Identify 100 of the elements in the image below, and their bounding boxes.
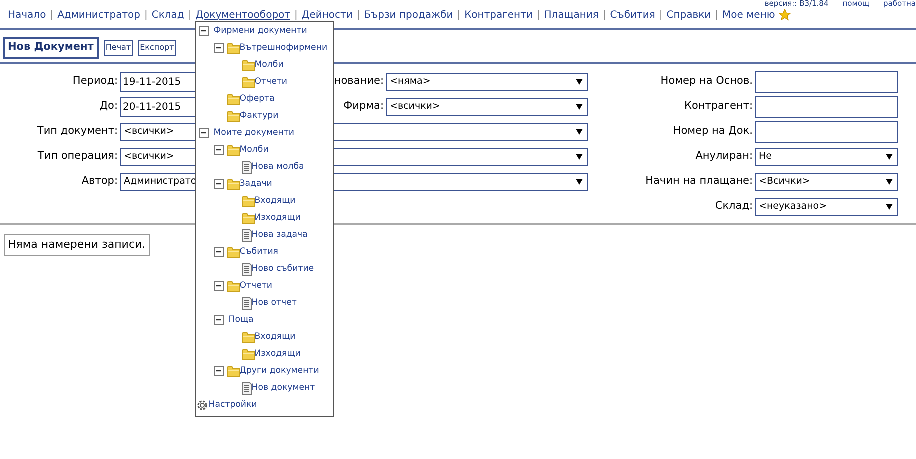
menu-item[interactable]: Отчети [240,280,274,292]
menu-item[interactable]: Поща [228,314,255,326]
nav-separator: | [294,8,298,22]
text-field[interactable]: 20-11-2015 [120,97,196,118]
caret-icon [885,178,894,186]
folder-icon [226,93,240,105]
dropdown[interactable]: <няма> [386,73,588,92]
nav-separator: | [50,8,54,22]
menu-item[interactable]: Ново събитие [252,262,316,276]
collapse-icon[interactable] [214,247,224,257]
collapse-icon[interactable] [214,315,224,325]
folder-icon [242,76,255,88]
star-icon[interactable] [779,9,792,21]
menu-item[interactable]: Вътрешнофирмени [240,42,329,54]
nav-separator: | [144,8,148,22]
field-label: Номер на Док. [672,124,753,140]
nav-separator: | [188,8,192,22]
nav-link[interactable]: Склад [152,8,184,22]
folder-icon [226,280,240,292]
nav-separator: | [715,8,719,22]
caret-icon [575,128,584,136]
collapse-icon[interactable] [214,179,224,189]
menu-item[interactable]: Нов отчет [252,296,298,310]
nav-link[interactable]: Начало [8,8,46,22]
collapse-icon[interactable] [198,26,209,36]
menu-item[interactable]: Молби [254,58,285,72]
collapse-icon[interactable] [214,43,224,53]
field-label: Начин на плащане: [644,174,753,190]
document-icon [242,382,252,394]
nav-separator: | [356,8,360,22]
menu-item[interactable]: Моите документи [214,126,296,140]
folder-icon [226,246,240,258]
nav-separator: | [659,8,663,22]
caret-icon [885,203,894,212]
folder-icon [226,144,240,156]
document-icon [242,262,252,276]
nav-separator: | [602,8,606,22]
dropdown[interactable]: Не [755,148,898,166]
menu-item[interactable]: Входящи [254,194,297,208]
menu-item[interactable]: Изходящи [254,348,302,360]
collapse-icon[interactable] [214,281,224,291]
menu-item[interactable]: Оферта [240,92,276,106]
nav-link[interactable]: Документооборот [196,10,290,20]
nav-link[interactable]: Бързи продажби [364,8,454,22]
collapse-icon[interactable] [214,366,224,376]
text-field[interactable] [755,71,898,94]
menu-item[interactable]: Нов документ [252,382,316,394]
nav-link[interactable]: Плащания [544,8,599,22]
caret-icon [575,78,584,86]
toolbar-button[interactable]: Печат [104,40,134,56]
nav-link[interactable]: Контрагенти [464,8,533,22]
menu-item[interactable]: Задачи [240,178,274,190]
menu-item[interactable]: Други документи [240,364,320,378]
document-icon [242,296,252,310]
folder-icon [242,331,255,343]
menu-item[interactable]: Нова задача [252,228,309,242]
collapse-icon[interactable] [214,145,224,155]
folder-icon [242,59,255,71]
field-label: Контрагент: [684,99,753,114]
nav-link[interactable]: Справки [666,8,712,22]
field-label: Номер на Основ. [660,74,753,90]
menu-item[interactable]: Отчети [254,76,288,88]
nav-link[interactable]: Дейности [302,8,353,22]
field-label: Анулиран: [694,149,753,164]
field-label: Автор: [80,174,118,190]
folder-icon [226,110,240,122]
dropdown[interactable]: <Всички> [755,173,898,192]
folder-icon [226,42,240,54]
menu-item[interactable]: Настройки [208,398,258,412]
nav-separator: | [457,8,461,22]
caret-icon [575,103,584,112]
folder-icon [242,195,255,207]
toolbar-button[interactable]: Експорт [138,40,176,56]
collapse-icon[interactable] [198,128,209,138]
nav-link[interactable]: Събития [610,8,656,22]
field-label: Тип документ: [36,124,118,140]
text-field[interactable] [755,121,898,144]
document-icon [242,228,252,242]
nav-link[interactable]: Мое меню [722,8,776,22]
text-field[interactable] [755,96,898,118]
field-label: Фирма: [342,99,384,114]
menu-item[interactable]: Входящи [254,330,297,344]
caret-icon [575,178,584,186]
folder-icon [242,212,255,224]
field-label: нование: [333,74,384,90]
menu-item[interactable]: Фактури [240,110,280,122]
new-document-button[interactable]: Нов Документ [3,37,99,59]
dropdown[interactable]: <всички> [386,98,588,116]
dropdown[interactable]: <неуказано> [755,198,898,216]
no-records-message: Няма намерени записи. [4,234,150,256]
menu-item[interactable]: Изходящи [254,212,302,224]
nav-link[interactable]: Администратор [58,8,141,22]
caret-icon [885,153,894,162]
folder-icon [242,348,255,360]
menu-item[interactable]: Фирмени документи [214,24,308,38]
caret-icon [575,153,584,162]
text-field[interactable]: 19-11-2015 [120,72,196,92]
menu-item[interactable]: Събития [240,246,280,258]
field-label: Период: [72,74,118,90]
field-label: До: [98,99,118,114]
